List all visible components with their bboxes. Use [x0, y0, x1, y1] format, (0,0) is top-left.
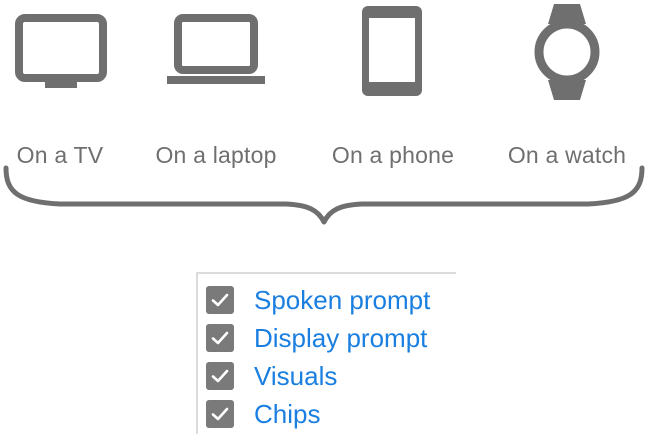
curly-brace — [3, 165, 645, 225]
checklist-item-display-prompt[interactable]: Display prompt — [206, 322, 427, 354]
checklist-item-chips[interactable]: Chips — [206, 398, 320, 430]
checklist-label: Display prompt — [254, 322, 428, 353]
checklist-label: Spoken prompt — [254, 284, 431, 315]
checklist-item-visuals[interactable]: Visuals — [206, 360, 337, 392]
checklist-item-spoken-prompt[interactable]: Spoken prompt — [206, 284, 430, 316]
checkmark-icon — [211, 331, 229, 345]
tv-icon — [15, 14, 107, 88]
checkbox-checked[interactable] — [206, 362, 234, 390]
checkmark-icon — [211, 369, 229, 383]
watch-icon — [534, 4, 600, 100]
checkbox-checked[interactable] — [206, 286, 234, 314]
checkbox-checked[interactable] — [206, 324, 234, 352]
checkmark-icon — [211, 407, 229, 421]
checkmark-icon — [211, 293, 229, 307]
checklist: Spoken prompt Display prompt Visuals Chi… — [196, 272, 456, 434]
checklist-label: Chips — [254, 398, 321, 429]
phone-icon — [362, 6, 422, 96]
laptop-icon — [167, 14, 265, 84]
checklist-label: Visuals — [254, 360, 338, 391]
checkbox-checked[interactable] — [206, 400, 234, 428]
